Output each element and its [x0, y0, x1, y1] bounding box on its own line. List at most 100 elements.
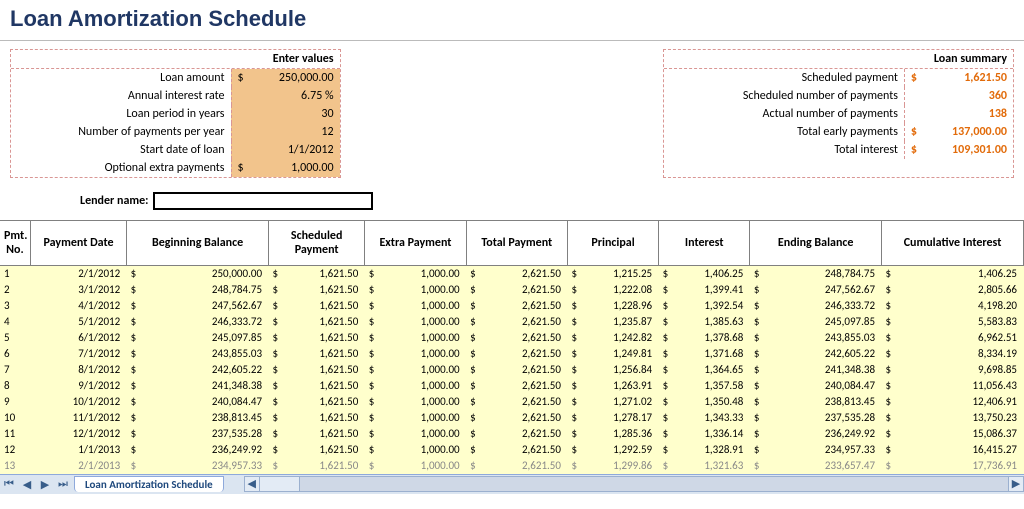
column-header: Interest	[659, 221, 750, 266]
pmt-no: 2	[0, 282, 30, 298]
enter-values-header: Enter values	[11, 50, 340, 69]
currency-symbol: $	[904, 141, 923, 159]
table-row: 23/1/2012 $248,784.75 $1,621.50 $1,000.0…	[0, 282, 1024, 298]
cell-extra: $1,000.00	[365, 362, 466, 378]
cell-total: $2,621.50	[466, 410, 567, 426]
cell-int: $1,350.48	[659, 394, 750, 410]
input-label: Loan period in years	[11, 105, 231, 123]
cell-int: $1,378.68	[659, 330, 750, 346]
payment-date: 6/1/2012	[30, 330, 126, 346]
table-row: 12/1/2012 $250,000.00 $1,621.50 $1,000.0…	[0, 266, 1024, 282]
cell-total: $2,621.50	[466, 458, 567, 474]
cell-sched: $1,621.50	[269, 346, 365, 362]
cell-int: $1,336.14	[659, 426, 750, 442]
table-row: 910/1/2012 $240,084.47 $1,621.50 $1,000.…	[0, 394, 1024, 410]
pmt-no: 4	[0, 314, 30, 330]
pmt-no: 12	[0, 442, 30, 458]
cell-int: $1,357.58	[659, 378, 750, 394]
currency-symbol: $	[231, 159, 250, 177]
cell-cum: $9,698.85	[882, 362, 1024, 378]
summary-label: Scheduled payment	[664, 69, 904, 87]
currency-symbol: $	[231, 69, 250, 87]
cell-int: $1,371.68	[659, 346, 750, 362]
cell-prin: $1,249.81	[567, 346, 658, 362]
summary-label: Scheduled number of payments	[664, 87, 904, 105]
input-label: Annual interest rate	[11, 87, 231, 105]
scroll-left-button[interactable]: ◀	[244, 476, 260, 492]
cell-sched: $1,621.50	[269, 410, 365, 426]
input-label: Optional extra payments	[11, 159, 231, 177]
currency-symbol: $	[904, 69, 923, 87]
payment-date: 8/1/2012	[30, 362, 126, 378]
cell-int: $1,364.65	[659, 362, 750, 378]
input-label: Loan amount	[11, 69, 231, 87]
page-title: Loan Amortization Schedule	[0, 0, 1024, 41]
tab-nav-first[interactable]: ⏮	[0, 477, 18, 491]
cell-total: $2,621.50	[466, 266, 567, 282]
cell-sched: $1,621.50	[269, 314, 365, 330]
scroll-thumb[interactable]	[260, 477, 300, 491]
cell-end: $241,348.38	[750, 362, 882, 378]
cell-sched: $1,621.50	[269, 394, 365, 410]
cell-extra: $1,000.00	[365, 442, 466, 458]
cell-beg: $237,535.28	[127, 426, 269, 442]
cell-extra: $1,000.00	[365, 298, 466, 314]
currency-symbol	[231, 105, 250, 123]
cell-end: $233,657.47	[750, 458, 882, 474]
input-value-cell[interactable]: 6.75 %	[250, 87, 340, 105]
table-row: 89/1/2012 $241,348.38 $1,621.50 $1,000.0…	[0, 378, 1024, 394]
cell-prin: $1,292.59	[567, 442, 658, 458]
cell-sched: $1,621.50	[269, 266, 365, 282]
pmt-no: 8	[0, 378, 30, 394]
input-value-cell[interactable]: 12	[250, 123, 340, 141]
pmt-no: 6	[0, 346, 30, 362]
cell-total: $2,621.50	[466, 394, 567, 410]
table-row: 78/1/2012 $242,605.22 $1,621.50 $1,000.0…	[0, 362, 1024, 378]
cell-cum: $16,415.27	[882, 442, 1024, 458]
table-row: 121/1/2013 $236,249.92 $1,621.50 $1,000.…	[0, 442, 1024, 458]
cell-total: $2,621.50	[466, 298, 567, 314]
cell-prin: $1,235.87	[567, 314, 658, 330]
summary-value: 109,301.00	[923, 141, 1013, 159]
horizontal-scrollbar[interactable]: ◀ ▶	[244, 476, 1024, 492]
lender-name-input[interactable]	[153, 192, 373, 210]
tab-nav-prev[interactable]: ◀	[18, 478, 36, 491]
column-header: Extra Payment	[365, 221, 466, 266]
cell-sched: $1,621.50	[269, 442, 365, 458]
cell-prin: $1,299.86	[567, 458, 658, 474]
sheet-tab[interactable]: Loan Amortization Schedule	[74, 476, 224, 492]
cell-total: $2,621.50	[466, 362, 567, 378]
tab-nav-next[interactable]: ▶	[36, 478, 54, 491]
cell-beg: $243,855.03	[127, 346, 269, 362]
cell-beg: $238,813.45	[127, 410, 269, 426]
cell-sched: $1,621.50	[269, 426, 365, 442]
summary-value: 138	[923, 105, 1013, 123]
table-row: 132/1/2013 $234,957.33 $1,621.50 $1,000.…	[0, 458, 1024, 474]
cell-cum: $6,962.51	[882, 330, 1024, 346]
cell-extra: $1,000.00	[365, 346, 466, 362]
input-value-cell[interactable]: 1/1/2012	[250, 141, 340, 159]
input-value-cell[interactable]: 250,000.00	[250, 69, 340, 87]
cell-cum: $2,805.66	[882, 282, 1024, 298]
cell-prin: $1,278.17	[567, 410, 658, 426]
summary-value: 360	[923, 87, 1013, 105]
table-row: 34/1/2012 $247,562.67 $1,621.50 $1,000.0…	[0, 298, 1024, 314]
input-value-cell[interactable]: 1,000.00	[250, 159, 340, 177]
scroll-right-button[interactable]: ▶	[1008, 476, 1024, 492]
input-value-cell[interactable]: 30	[250, 105, 340, 123]
enter-values-panel: Enter values Loan amount$250,000.00Annua…	[10, 49, 341, 178]
cell-prin: $1,228.96	[567, 298, 658, 314]
cell-int: $1,399.41	[659, 282, 750, 298]
cell-beg: $234,957.33	[127, 458, 269, 474]
cell-int: $1,385.63	[659, 314, 750, 330]
payment-date: 10/1/2012	[30, 394, 126, 410]
cell-total: $2,621.50	[466, 346, 567, 362]
cell-total: $2,621.50	[466, 282, 567, 298]
cell-sched: $1,621.50	[269, 458, 365, 474]
summary-value: 137,000.00	[923, 123, 1013, 141]
tab-nav-last[interactable]: ⏭	[54, 477, 72, 491]
cell-end: $246,333.72	[750, 298, 882, 314]
column-header: Principal	[567, 221, 658, 266]
payment-date: 4/1/2012	[30, 298, 126, 314]
column-header: Total Payment	[466, 221, 567, 266]
